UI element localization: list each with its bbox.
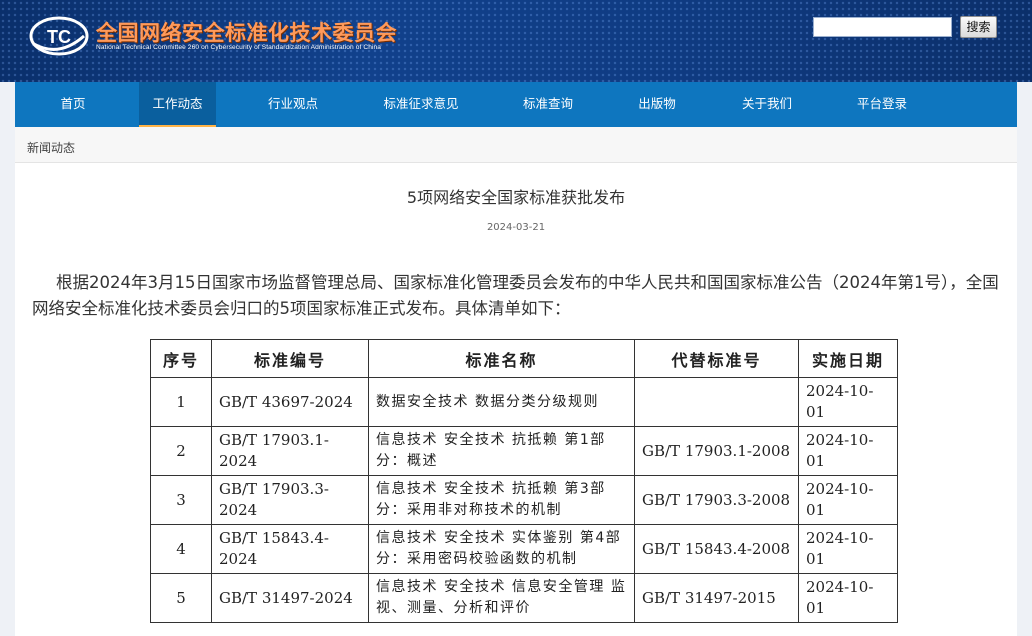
content-panel: 新闻动态 5项网络安全国家标准获批发布 2024-03-21 根据2024年3月… — [15, 127, 1017, 636]
table-row: 3 GB/T 17903.3-2024 信息技术 安全技术 抗抵赖 第3部分：采… — [150, 475, 898, 525]
cell-std-name: 信息技术 安全技术 信息安全管理 监视、测量、分析和评价 — [368, 573, 635, 623]
nav-item-work-news[interactable]: 工作动态 — [139, 82, 216, 127]
search-input[interactable] — [813, 17, 952, 37]
table-row: 5 GB/T 31497-2024 信息技术 安全技术 信息安全管理 监视、测量… — [150, 573, 898, 623]
table-header-row: 序号 标准编号 标准名称 代替标准号 实施日期 — [150, 339, 898, 378]
site-subtitle: National Technical Committee 260 on Cybe… — [96, 44, 382, 51]
col-header-no: 序号 — [150, 339, 212, 378]
nav-item-publications[interactable]: 出版物 — [627, 82, 687, 127]
cell-std-number: GB/T 17903.1-2024 — [211, 426, 369, 476]
site-header: TC 全国网络安全标准化技术委员会 National Technical Com… — [0, 0, 1032, 82]
col-header-std-number: 标准编号 — [211, 339, 369, 378]
cell-replaces: GB/T 15843.4-2008 — [634, 524, 799, 574]
cell-replaces: GB/T 17903.3-2008 — [634, 475, 799, 525]
svg-text:TC: TC — [47, 27, 71, 47]
tc-logo-icon[interactable]: TC — [28, 14, 90, 58]
nav-item-industry-views[interactable]: 行业观点 — [255, 82, 331, 127]
nav-item-platform-login[interactable]: 平台登录 — [844, 82, 920, 127]
table-row: 2 GB/T 17903.1-2024 信息技术 安全技术 抗抵赖 第1部分：概… — [150, 426, 898, 476]
search-button[interactable]: 搜索 — [960, 16, 997, 38]
standards-table: 序号 标准编号 标准名称 代替标准号 实施日期 1 GB/T 43697-202… — [150, 339, 898, 623]
col-header-std-name: 标准名称 — [368, 339, 635, 378]
cell-no: 5 — [150, 573, 212, 623]
nav-item-home[interactable]: 首页 — [40, 82, 106, 127]
cell-std-name: 信息技术 安全技术 抗抵赖 第1部分：概述 — [368, 426, 635, 476]
main-nav: 首页 工作动态 行业观点 标准征求意见 标准查询 出版物 关于我们 平台登录 — [15, 82, 1017, 127]
col-header-replaces: 代替标准号 — [634, 339, 799, 378]
cell-std-number: GB/T 15843.4-2024 — [211, 524, 369, 574]
cell-std-number: GB/T 31497-2024 — [211, 573, 369, 623]
cell-effective-date: 2024-10-01 — [798, 377, 898, 427]
article-date: 2024-03-21 — [486, 222, 546, 233]
site-title[interactable]: 全国网络安全标准化技术委员会 — [96, 17, 397, 47]
nav-item-standard-search[interactable]: 标准查询 — [511, 82, 585, 127]
table-row: 1 GB/T 43697-2024 数据安全技术 数据分类分级规则 2024-1… — [150, 377, 898, 427]
cell-effective-date: 2024-10-01 — [798, 524, 898, 574]
cell-std-name: 信息技术 安全技术 抗抵赖 第3部分：采用非对称技术的机制 — [368, 475, 635, 525]
cell-replaces: GB/T 17903.1-2008 — [634, 426, 799, 476]
cell-replaces — [634, 377, 799, 427]
cell-no: 4 — [150, 524, 212, 574]
cell-no: 2 — [150, 426, 212, 476]
article-title: 5项网络安全国家标准获批发布 — [406, 188, 626, 207]
article-body: 根据2024年3月15日国家市场监督管理总局、国家标准化管理委员会发布的中华人民… — [32, 273, 999, 318]
cell-std-number: GB/T 43697-2024 — [211, 377, 369, 427]
cell-std-name: 信息技术 安全技术 实体鉴别 第4部分：采用密码校验函数的机制 — [368, 524, 635, 574]
cell-no: 1 — [150, 377, 212, 427]
cell-effective-date: 2024-10-01 — [798, 573, 898, 623]
col-header-effective-date: 实施日期 — [798, 339, 898, 378]
table-row: 4 GB/T 15843.4-2024 信息技术 安全技术 实体鉴别 第4部分：… — [150, 524, 898, 574]
nav-item-standard-comments[interactable]: 标准征求意见 — [369, 82, 473, 127]
breadcrumb[interactable]: 新闻动态 — [15, 127, 1017, 163]
cell-replaces: GB/T 31497-2015 — [634, 573, 799, 623]
nav-item-about-us[interactable]: 关于我们 — [730, 82, 804, 127]
cell-no: 3 — [150, 475, 212, 525]
cell-std-name: 数据安全技术 数据分类分级规则 — [368, 377, 635, 427]
cell-std-number: GB/T 17903.3-2024 — [211, 475, 369, 525]
cell-effective-date: 2024-10-01 — [798, 475, 898, 525]
cell-effective-date: 2024-10-01 — [798, 426, 898, 476]
